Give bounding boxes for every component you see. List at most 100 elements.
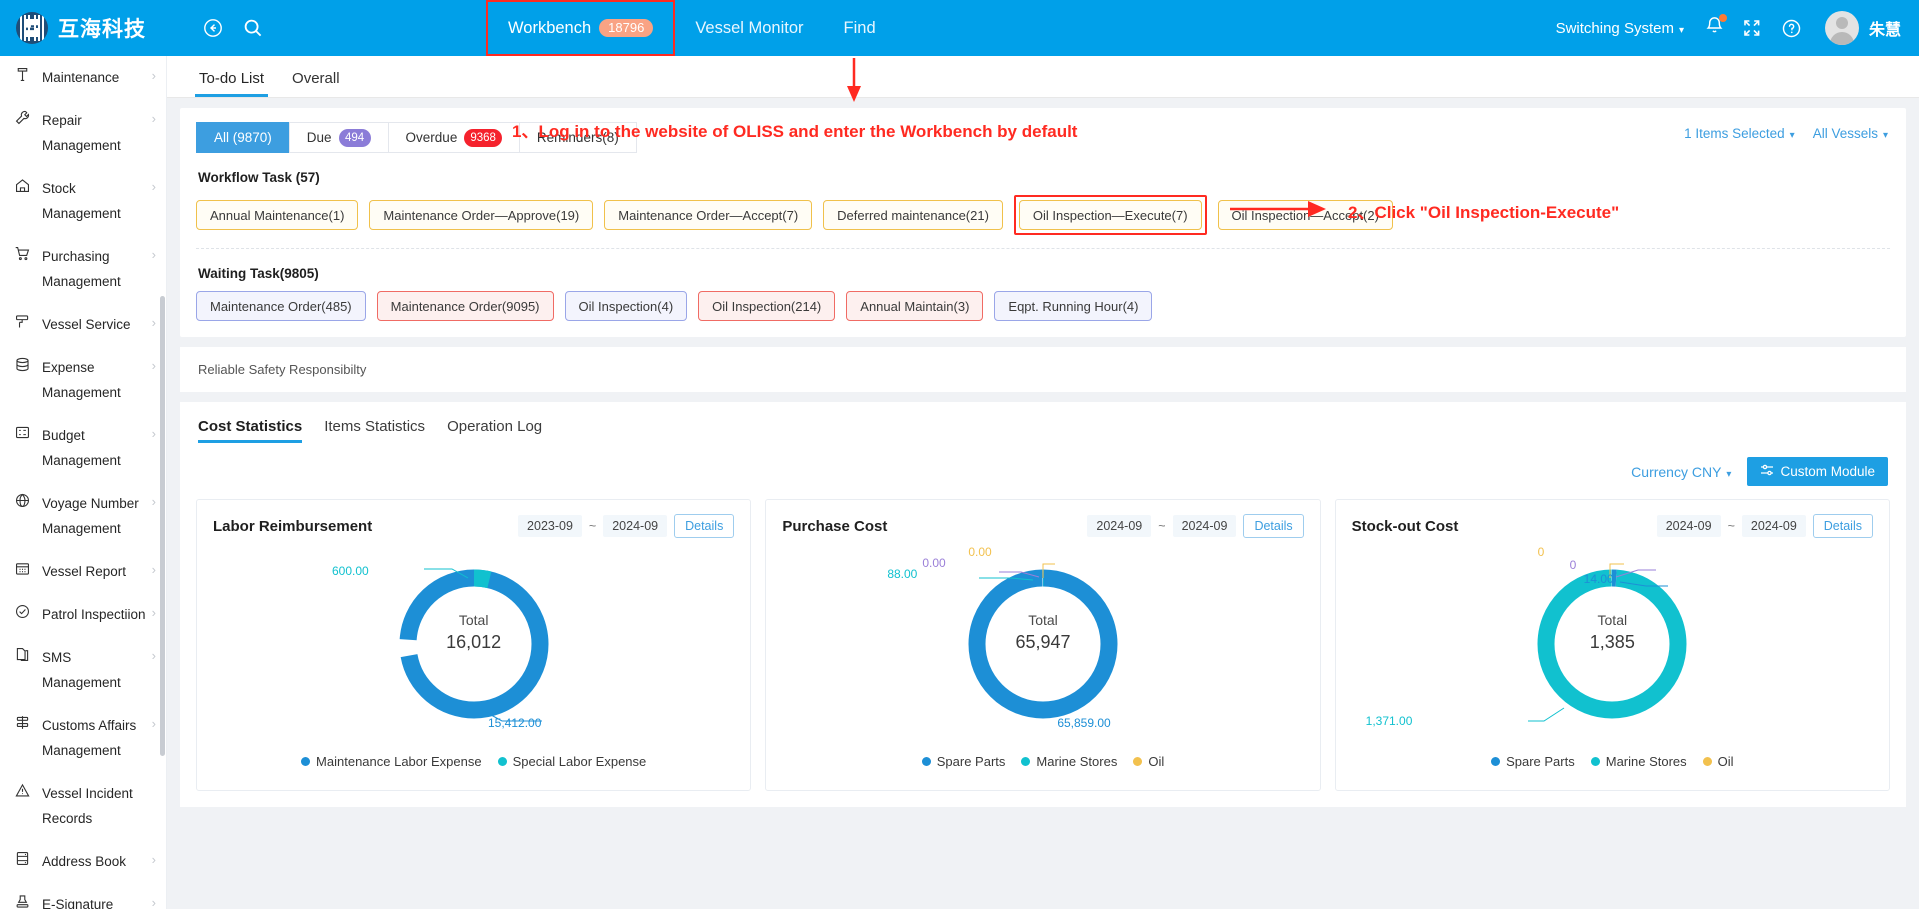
sidebar-item-voyage-number-management[interactable]: Voyage Number Management › xyxy=(0,482,166,550)
wrench-icon xyxy=(12,109,32,126)
all-vessels-dropdown[interactable]: All Vessels ▾ xyxy=(1813,126,1888,141)
sidebar-item-sms-management[interactable]: SMS Management › xyxy=(0,636,166,704)
tab-label: Operation Log xyxy=(447,418,543,435)
fullscreen-icon[interactable] xyxy=(1739,15,1765,41)
date-to[interactable]: 2024-09 xyxy=(1172,515,1237,537)
date-to[interactable]: 2024-09 xyxy=(1741,515,1806,537)
chip-annual-maintenance[interactable]: Annual Maintenance(1) xyxy=(196,200,359,230)
nav-item-workbench[interactable]: Workbench 18796 xyxy=(488,0,673,56)
nav-item-vessel-monitor[interactable]: Vessel Monitor xyxy=(675,0,823,56)
filter-overdue[interactable]: Overdue 9368 xyxy=(387,122,519,153)
chip-maintenance-order-approve[interactable]: Maintenance Order—Approve(19) xyxy=(369,200,594,230)
chevron-right-icon: › xyxy=(151,426,156,441)
legend-color-dot xyxy=(1021,757,1031,766)
chip-deferred-maintenance[interactable]: Deferred maintenance(21) xyxy=(823,200,1003,230)
date-from[interactable]: 2024-09 xyxy=(1087,515,1152,537)
sidebar-item-expense-management[interactable]: Expense Management › xyxy=(0,346,166,414)
custom-module-button[interactable]: Custom Module xyxy=(1747,457,1888,486)
legend-item[interactable]: Spare Parts xyxy=(1491,754,1575,769)
back-circle-icon[interactable] xyxy=(200,15,226,41)
bell-icon[interactable] xyxy=(1704,14,1727,41)
tab-overall[interactable]: Overall xyxy=(278,70,354,97)
tab-cost-statistics[interactable]: Cost Statistics xyxy=(198,418,303,443)
legend-item[interactable]: Marine Stores xyxy=(1021,754,1117,769)
chevron-right-icon: › xyxy=(151,562,156,577)
chip-oil-inspection-execute[interactable]: Oil Inspection—Execute(7) xyxy=(1018,200,1202,230)
sidebar-item-stock-management[interactable]: Stock Management › xyxy=(0,167,166,235)
sidebar-scrollbar[interactable] xyxy=(160,296,165,756)
legend-item[interactable]: Oil xyxy=(1133,754,1164,769)
help-circle-icon[interactable] xyxy=(1779,15,1805,41)
slice-label-maintenance-labor: 15,412.00 xyxy=(488,716,542,730)
sidebar-item-vessel-service[interactable]: Vessel Service › xyxy=(0,303,166,346)
chip-waiting-oil-inspection-4[interactable]: Oil Inspection(4) xyxy=(564,291,688,321)
date-from[interactable]: 2023-09 xyxy=(518,515,582,537)
filter-overdue-label: Overdue xyxy=(405,130,458,145)
sidebar-label: E-Signature xyxy=(42,897,114,909)
sidebar[interactable]: Maintenance › Repair Management › Stock … xyxy=(0,56,167,909)
legend-label: Spare Parts xyxy=(1506,754,1575,769)
chevron-right-icon: › xyxy=(151,895,156,909)
legend-item[interactable]: Spare Parts xyxy=(921,754,1005,769)
details-button[interactable]: Details xyxy=(674,514,735,538)
date-to[interactable]: 2024-09 xyxy=(603,515,668,537)
chart-header: Labor Reimbursement 2023-09 ~ 2024-09 De… xyxy=(213,514,735,538)
legend-item[interactable]: Special Labor Expense xyxy=(497,754,646,769)
main-nav: Workbench 18796 Vessel Monitor Find xyxy=(486,0,896,56)
legend-item[interactable]: Marine Stores xyxy=(1590,754,1687,769)
switching-system-dropdown[interactable]: Switching System ▾ xyxy=(1556,20,1684,37)
sidebar-item-purchasing-management[interactable]: Purchasing Management › xyxy=(0,235,166,303)
annotation-arrow-2 xyxy=(1230,201,1326,217)
chip-waiting-maintenance-order-485[interactable]: Maintenance Order(485) xyxy=(196,291,366,321)
legend-label: Marine Stores xyxy=(1036,754,1118,769)
chip-waiting-maintenance-order-9095[interactable]: Maintenance Order(9095) xyxy=(376,291,554,321)
date-separator: ~ xyxy=(588,519,597,533)
donut-chart-purchase: Total 65,947 0.00 0.00 88.00 65,859.00 xyxy=(782,544,1303,744)
company-logo-icon xyxy=(16,12,48,44)
workbench-tabs: To-do List Overall xyxy=(167,56,1919,98)
legend-item[interactable]: Maintenance Labor Expense xyxy=(301,754,482,769)
chevron-right-icon: › xyxy=(151,68,156,83)
sidebar-item-repair-management[interactable]: Repair Management › xyxy=(0,99,166,167)
annotation-arrow-1 xyxy=(847,58,861,102)
chip-waiting-annual-maintain[interactable]: Annual Maintain(3) xyxy=(846,291,984,321)
search-icon[interactable] xyxy=(240,15,266,41)
sidebar-item-maintenance[interactable]: Maintenance › xyxy=(0,56,166,99)
chart-header: Stock-out Cost 2024-09 ~ 2024-09 Details xyxy=(1352,514,1873,538)
filter-all[interactable]: All (9870) xyxy=(196,122,289,153)
details-button[interactable]: Details xyxy=(1812,514,1873,538)
date-from[interactable]: 2024-09 xyxy=(1656,515,1721,537)
divider xyxy=(196,248,1890,249)
details-button[interactable]: Details xyxy=(1243,514,1304,538)
tab-operation-log[interactable]: Operation Log xyxy=(447,418,542,443)
sidebar-item-budget-management[interactable]: Budget Management › xyxy=(0,414,166,482)
chip-waiting-eqpt-running-hour[interactable]: Eqpt. Running Hour(4) xyxy=(994,291,1153,321)
sidebar-label: Purchasing Management xyxy=(42,249,121,289)
tab-items-statistics[interactable]: Items Statistics xyxy=(324,418,425,443)
chevron-right-icon: › xyxy=(151,648,156,663)
sidebar-item-vessel-incident-records[interactable]: Vessel Incident Records xyxy=(0,772,166,840)
sidebar-label: Address Book xyxy=(42,854,127,869)
tab-label: Cost Statistics xyxy=(198,418,303,435)
sidebar-item-e-signature[interactable]: E-Signature › xyxy=(0,883,166,909)
items-selected-dropdown[interactable]: 1 Items Selected ▾ xyxy=(1684,126,1795,141)
nav-item-find[interactable]: Find xyxy=(824,0,896,56)
sidebar-item-address-book[interactable]: Address Book › xyxy=(0,840,166,883)
donut-svg xyxy=(968,563,1118,719)
nav-find-label: Find xyxy=(843,18,876,37)
filter-due[interactable]: Due 494 xyxy=(288,122,388,153)
sidebar-item-vessel-report[interactable]: Vessel Report › xyxy=(0,550,166,593)
tab-to-do-list[interactable]: To-do List xyxy=(185,70,278,97)
currency-dropdown[interactable]: Currency CNY ▾ xyxy=(1631,464,1731,480)
stamp-icon xyxy=(12,893,32,909)
chip-maintenance-order-accept[interactable]: Maintenance Order—Accept(7) xyxy=(604,200,813,230)
avatar[interactable] xyxy=(1824,11,1859,45)
chevron-right-icon: › xyxy=(151,852,156,867)
legend-item[interactable]: Oil xyxy=(1702,754,1734,769)
chip-waiting-oil-inspection-214[interactable]: Oil Inspection(214) xyxy=(698,291,836,321)
donut-chart-stockout: Total 1,385 0 0 14.00 1,371.00 xyxy=(1352,544,1873,744)
sidebar-label: Vessel Service xyxy=(42,317,131,332)
all-vessels-label: All Vessels xyxy=(1812,126,1878,141)
sidebar-item-customs-affairs-management[interactable]: Customs Affairs Management › xyxy=(0,704,166,772)
sidebar-item-patrol-inspectiion[interactable]: Patrol Inspectiion › xyxy=(0,593,166,636)
